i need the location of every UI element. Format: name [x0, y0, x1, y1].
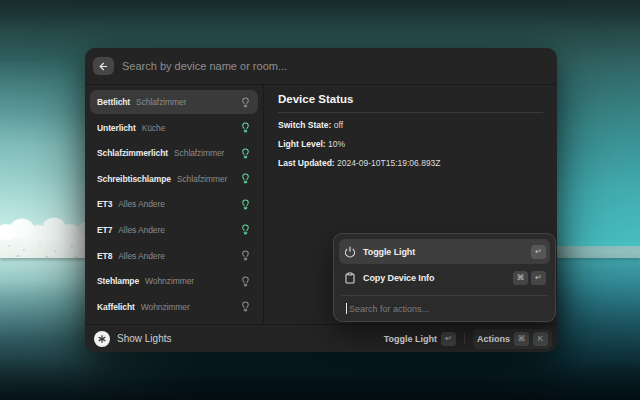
- bulb-icon: [240, 301, 251, 312]
- field-value: 2024-09-10T15:19:06.893Z: [335, 158, 441, 168]
- arrow-left-icon: [98, 61, 109, 72]
- field-value: off: [331, 120, 343, 130]
- device-row[interactable]: Kaffelicht Wohnzimmer: [90, 295, 258, 319]
- device-name: Stehlampe: [97, 276, 139, 286]
- k-key-badge: K: [533, 332, 548, 346]
- back-button[interactable]: [93, 57, 114, 75]
- status-field: Last Updated: 2024-09-10T15:19:06.893Z: [278, 159, 543, 168]
- device-row[interactable]: Unterlicht Küche: [90, 116, 258, 140]
- bulb-icon: [240, 148, 251, 159]
- power-icon: [344, 246, 356, 258]
- bulb-icon: [240, 173, 251, 184]
- key-badge: ⌘: [513, 271, 528, 285]
- action-label: Toggle Light: [363, 247, 415, 257]
- action-item[interactable]: Toggle Light ↵: [339, 239, 550, 264]
- device-room: Wohnzimmer: [145, 276, 194, 286]
- field-label: Last Updated:: [278, 158, 335, 168]
- status-field: Light Level: 10%: [278, 140, 543, 149]
- actions-button-label: Actions: [477, 334, 510, 344]
- footer-actions: Toggle Light ↵ Actions ⌘ K: [384, 329, 552, 349]
- bulb-icon: [240, 250, 251, 261]
- key-badge: ↵: [531, 245, 546, 259]
- device-room: Alles Andere: [118, 199, 165, 209]
- device-row[interactable]: Schreibtischlampe Schlafzimmer: [90, 167, 258, 191]
- search-input[interactable]: Search by device name or room...: [122, 60, 287, 72]
- device-row[interactable]: ET3 Alles Andere: [90, 192, 258, 216]
- detail-divider: [278, 112, 543, 113]
- field-label: Switch State:: [278, 120, 331, 130]
- device-name: Kaffelicht: [97, 302, 135, 312]
- key-badge: ↵: [531, 271, 546, 285]
- device-name: Bettlicht: [97, 97, 130, 107]
- device-room: Alles Andere: [118, 251, 165, 261]
- field-label: Light Level:: [278, 139, 326, 149]
- extension-icon: [94, 331, 110, 347]
- desktop: Search by device name or room... Bettlic…: [0, 0, 640, 400]
- bulb-icon: [240, 276, 251, 287]
- cmd-key-badge: ⌘: [514, 332, 529, 346]
- enter-key-badge: ↵: [441, 332, 456, 346]
- bulb-icon: [240, 199, 251, 210]
- device-row[interactable]: Schlafzimmerlicht Schlafzimmer: [90, 141, 258, 165]
- device-row[interactable]: ET7 Alles Andere: [90, 218, 258, 242]
- device-list: Bettlicht Schlafzimmer Unterlicht Küche Schl…: [85, 85, 263, 324]
- bulb-icon: [240, 224, 251, 235]
- action-label: Copy Device Info: [363, 273, 434, 283]
- device-name: ET8: [97, 251, 112, 261]
- action-keys: ↵: [531, 245, 546, 259]
- text-caret: [346, 303, 347, 314]
- clipboard-icon: [344, 272, 356, 284]
- bulb-icon: [240, 122, 251, 133]
- actions-popup: Toggle Light ↵ Copy Device Info ⌘↵ Search f…: [333, 233, 556, 322]
- status-field: Switch State: off: [278, 121, 543, 130]
- device-name: Unterlicht: [97, 123, 136, 133]
- footer-separator: [464, 333, 465, 344]
- field-value: 10%: [326, 139, 345, 149]
- device-row[interactable]: Stehlampe Wohnzimmer: [90, 269, 258, 293]
- footer-app-label: Show Lights: [117, 333, 171, 344]
- device-room: Schlafzimmer: [174, 148, 224, 158]
- device-name: Schreibtischlampe: [97, 174, 171, 184]
- device-row[interactable]: ET8 Alles Andere: [90, 244, 258, 268]
- footer-bar: Show Lights Toggle Light ↵ Actions ⌘ K: [85, 324, 557, 352]
- device-name: Schlafzimmerlicht: [97, 148, 168, 158]
- action-keys: ⌘↵: [513, 271, 546, 285]
- actions-search-placeholder: Search for actions...: [349, 304, 429, 314]
- device-room: Wohnzimmer: [141, 302, 190, 312]
- device-room: Schlafzimmer: [136, 97, 186, 107]
- detail-title: Device Status: [278, 93, 543, 106]
- device-name: ET7: [97, 225, 112, 235]
- footer-primary-action[interactable]: Toggle Light: [384, 334, 437, 344]
- bulb-icon: [240, 97, 251, 108]
- device-name: ET3: [97, 199, 112, 209]
- action-item[interactable]: Copy Device Info ⌘↵: [339, 265, 550, 290]
- actions-button[interactable]: Actions ⌘ K: [473, 329, 552, 349]
- device-room: Küche: [142, 123, 166, 133]
- search-bar: Search by device name or room...: [85, 48, 557, 85]
- device-room: Alles Andere: [118, 225, 165, 235]
- actions-search-input[interactable]: Search for actions...: [339, 296, 550, 321]
- device-room: Schlafzimmer: [177, 174, 227, 184]
- device-row[interactable]: Bettlicht Schlafzimmer: [90, 90, 258, 114]
